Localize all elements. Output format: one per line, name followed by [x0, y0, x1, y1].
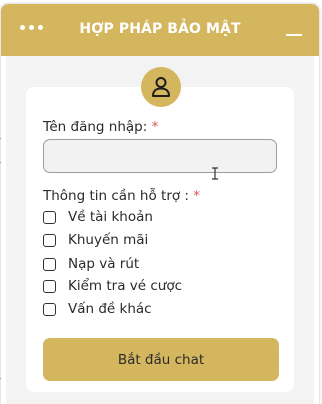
user-icon: [141, 67, 181, 107]
checkbox[interactable]: [43, 280, 56, 293]
checkbox[interactable]: [43, 303, 56, 316]
more-dots-icon[interactable]: [20, 25, 44, 33]
username-input[interactable]: [44, 140, 276, 172]
option-label: Vấn đề khác: [68, 301, 152, 317]
option-label: Kiểm tra vé cược: [68, 278, 183, 294]
support-label-text: Thông tin cần hỗ trợ :: [43, 188, 189, 204]
minimize-icon[interactable]: [285, 24, 303, 40]
required-marker: *: [151, 119, 159, 135]
widget-title: HỢP PHÁP BẢO MẬT: [79, 21, 241, 37]
option-label: Nạp và rút: [68, 256, 140, 272]
option-label: Về tài khoản: [68, 209, 153, 225]
widget-header: HỢP PHÁP BẢO MẬT: [1, 4, 319, 56]
username-label-text: Tên đăng nhập:: [43, 119, 148, 135]
required-marker: *: [193, 188, 201, 204]
checkbox[interactable]: [43, 234, 56, 247]
username-field[interactable]: [43, 139, 277, 173]
text-cursor-icon: [212, 167, 218, 180]
checkbox[interactable]: [43, 211, 56, 224]
username-label: Tên đăng nhập: *: [43, 119, 158, 135]
checkbox[interactable]: [43, 258, 56, 271]
start-chat-button[interactable]: Bắt đầu chat: [43, 338, 279, 381]
option-label: Khuyến mãi: [68, 232, 149, 248]
support-label: Thông tin cần hỗ trợ : *: [43, 188, 200, 204]
